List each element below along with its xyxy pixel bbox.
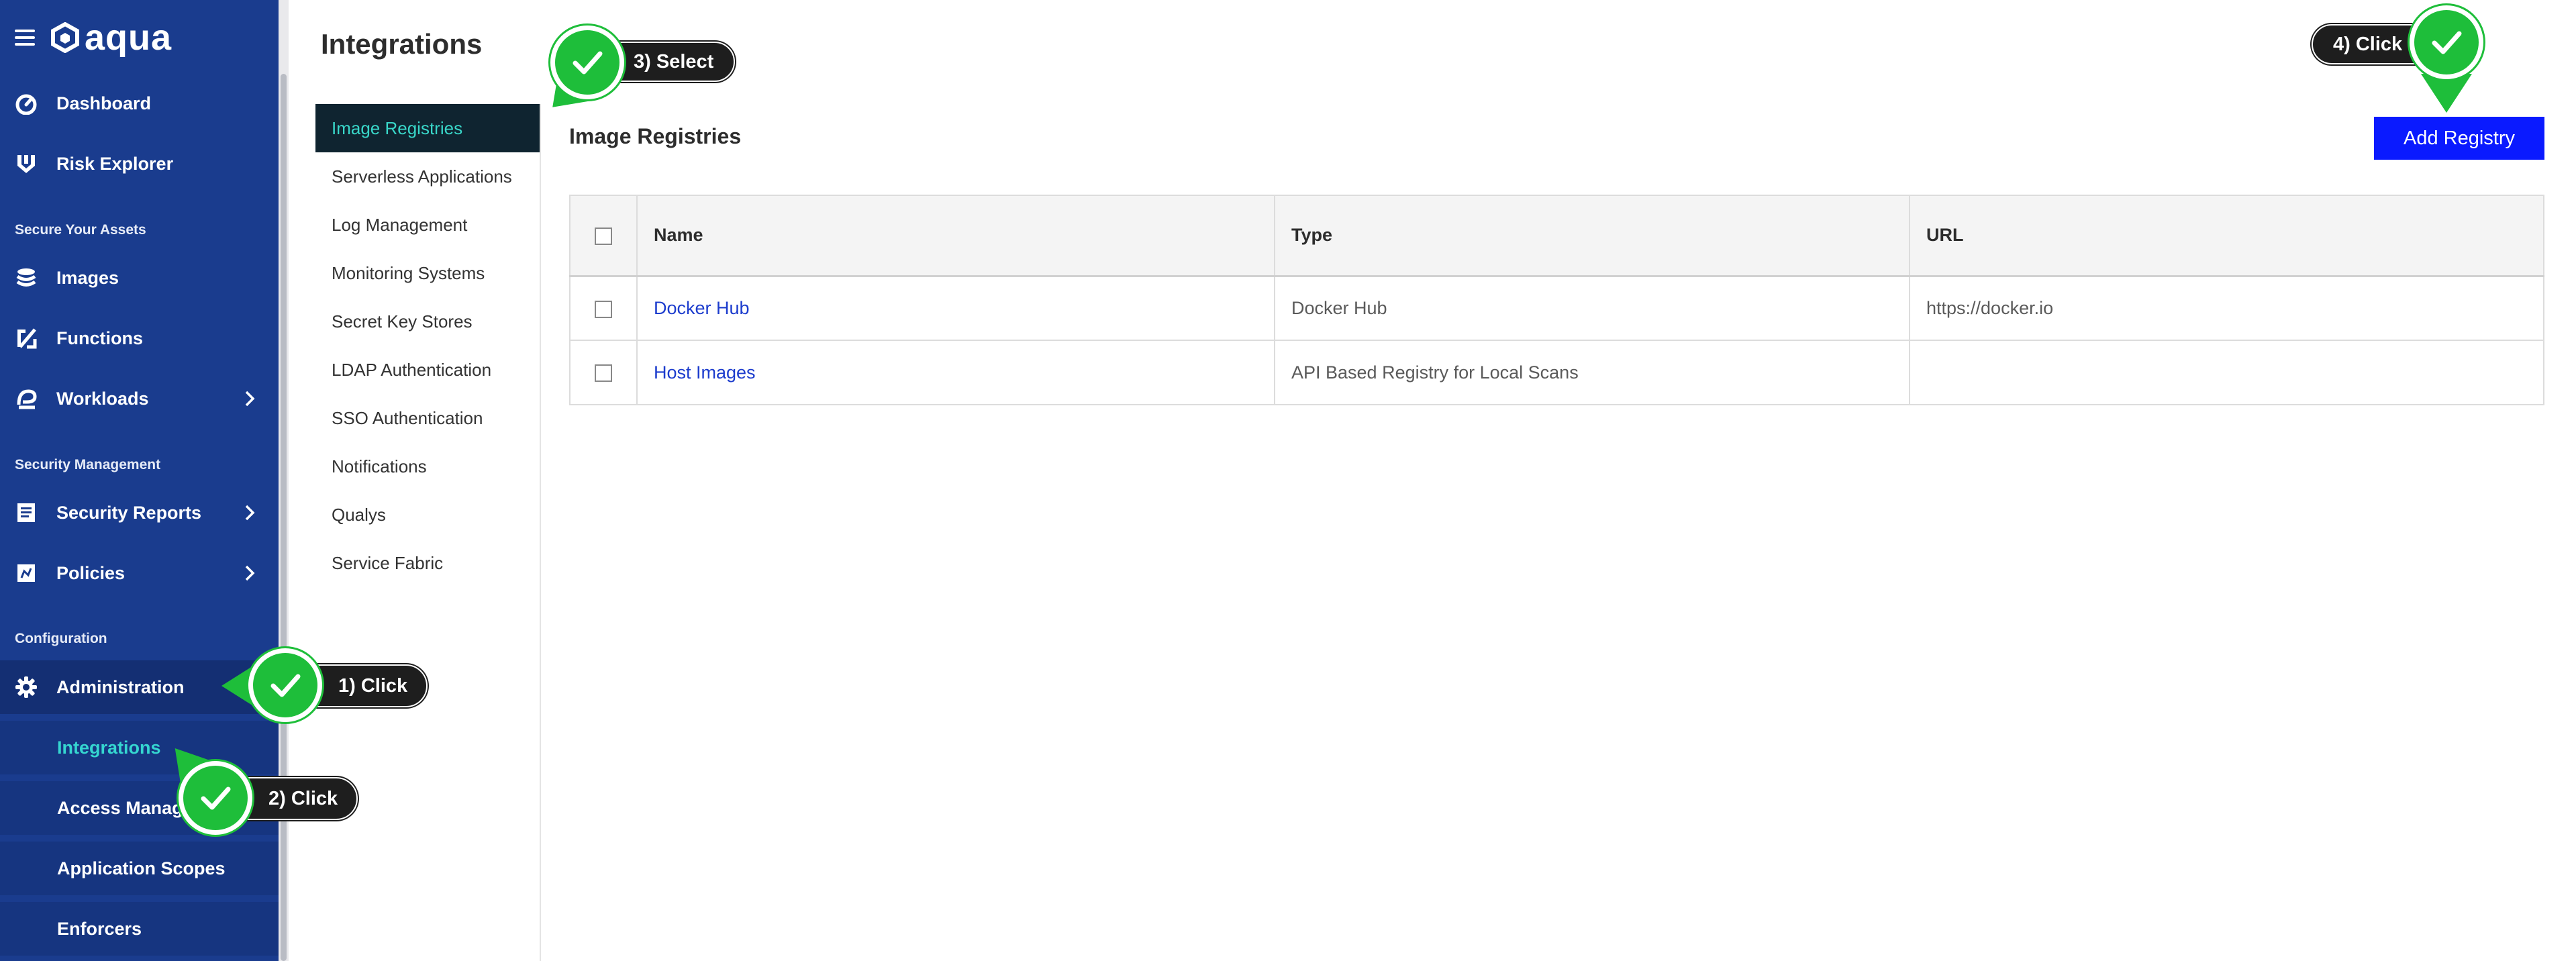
gear-icon bbox=[15, 676, 38, 699]
report-icon bbox=[15, 501, 38, 524]
subnav-item-serverless-applications[interactable]: Serverless Applications bbox=[315, 152, 540, 201]
sidebar-item-label: Policies bbox=[56, 562, 126, 583]
risk-explorer-icon bbox=[15, 152, 38, 175]
section-heading-security: Security Management bbox=[15, 457, 161, 472]
sidebar-item-images[interactable]: Images bbox=[0, 251, 279, 305]
brand-bar: aqua bbox=[15, 17, 172, 58]
row-select-cell bbox=[569, 340, 638, 405]
sidebar-item-label: Security Reports bbox=[56, 502, 202, 523]
policies-icon bbox=[15, 562, 38, 585]
row-checkbox[interactable] bbox=[595, 364, 612, 383]
workloads-icon bbox=[15, 387, 38, 410]
aqua-logo-mark-icon bbox=[51, 22, 79, 53]
menu-icon[interactable] bbox=[15, 30, 35, 46]
layers-icon bbox=[15, 266, 38, 289]
sidebar-item-label: Workloads bbox=[56, 388, 149, 409]
chevron-right-icon bbox=[244, 564, 256, 587]
subnav-item-sso-authentication[interactable]: SSO Authentication bbox=[315, 394, 540, 442]
row-select-cell bbox=[569, 275, 638, 341]
registry-url-cell: https://docker.io bbox=[1909, 275, 2544, 341]
sidebar-item-policies[interactable]: Policies bbox=[0, 546, 279, 600]
table-row: Host Images API Based Registry for Local… bbox=[569, 340, 2544, 405]
sidebar-item-dashboard[interactable]: Dashboard bbox=[0, 77, 279, 130]
subnav-item-secret-key-stores[interactable]: Secret Key Stores bbox=[315, 297, 540, 346]
gauge-icon bbox=[15, 92, 38, 115]
select-all-checkbox[interactable] bbox=[595, 227, 612, 246]
subnav-item-image-registries[interactable]: Image Registries bbox=[315, 104, 540, 152]
check-icon bbox=[550, 26, 624, 99]
section-heading-configuration: Configuration bbox=[15, 631, 107, 646]
registry-name-link[interactable]: Host Images bbox=[654, 362, 756, 383]
sidebar-item-label: Dashboard bbox=[56, 93, 152, 113]
subnav-item-monitoring-systems[interactable]: Monitoring Systems bbox=[315, 249, 540, 297]
sidebar-scrollbar-thumb[interactable] bbox=[281, 74, 287, 961]
table-header-row: Name Type URL bbox=[569, 195, 2544, 277]
registry-type-cell: Docker Hub bbox=[1274, 275, 1910, 341]
chevron-right-icon bbox=[244, 389, 256, 413]
registry-name-cell: Docker Hub bbox=[636, 275, 1275, 341]
check-icon bbox=[248, 648, 322, 722]
registries-table: Name Type URL Docker Hub Docker Hub http… bbox=[569, 195, 2544, 405]
functions-icon bbox=[15, 327, 38, 350]
sidebar-item-label: Risk Explorer bbox=[56, 153, 174, 174]
check-icon bbox=[2410, 5, 2483, 79]
sidebar-item-risk-explorer[interactable]: Risk Explorer bbox=[0, 137, 279, 191]
integrations-subnav: Image Registries Serverless Applications… bbox=[315, 104, 541, 961]
column-header-name[interactable]: Name bbox=[636, 195, 1275, 277]
subnav-item-log-management[interactable]: Log Management bbox=[315, 201, 540, 249]
page-title: Integrations bbox=[321, 28, 483, 60]
sidebar-item-workloads[interactable]: Workloads bbox=[0, 372, 279, 425]
sidebar-subitem-application-scopes[interactable]: Application Scopes bbox=[0, 842, 279, 895]
registry-type-cell: API Based Registry for Local Scans bbox=[1274, 340, 1910, 405]
chevron-right-icon bbox=[244, 503, 256, 527]
sidebar-subitem-integrations[interactable]: Integrations bbox=[0, 721, 279, 774]
check-icon bbox=[179, 761, 252, 835]
sidebar-item-label: Functions bbox=[56, 327, 143, 348]
tutorial-pointer bbox=[2421, 74, 2472, 113]
sidebar-item-functions[interactable]: Functions bbox=[0, 311, 279, 365]
sidebar-item-security-reports[interactable]: Security Reports bbox=[0, 486, 279, 540]
section-heading-assets: Secure Your Assets bbox=[15, 222, 146, 238]
add-registry-button[interactable]: Add Registry bbox=[2374, 117, 2544, 160]
sidebar-subitem-enforcers[interactable]: Enforcers bbox=[0, 902, 279, 956]
select-all-cell bbox=[569, 195, 638, 277]
column-header-type[interactable]: Type bbox=[1274, 195, 1910, 277]
registry-url-cell bbox=[1909, 340, 2544, 405]
subnav-item-notifications[interactable]: Notifications bbox=[315, 442, 540, 491]
subnav-item-ldap-authentication[interactable]: LDAP Authentication bbox=[315, 346, 540, 394]
column-header-url[interactable]: URL bbox=[1909, 195, 2544, 277]
aqua-logo[interactable]: aqua bbox=[50, 17, 172, 58]
subnav-item-service-fabric[interactable]: Service Fabric bbox=[315, 539, 540, 587]
registry-name-cell: Host Images bbox=[636, 340, 1275, 405]
sidebar-item-label: Images bbox=[56, 267, 119, 288]
section-title: Image Registries bbox=[569, 124, 742, 148]
sidebar-item-label: Administration bbox=[56, 676, 185, 697]
table-row: Docker Hub Docker Hub https://docker.io bbox=[569, 275, 2544, 341]
brand-name: aqua bbox=[85, 17, 172, 58]
row-checkbox[interactable] bbox=[595, 300, 612, 318]
subnav-item-qualys[interactable]: Qualys bbox=[315, 491, 540, 539]
registry-name-link[interactable]: Docker Hub bbox=[654, 298, 750, 318]
